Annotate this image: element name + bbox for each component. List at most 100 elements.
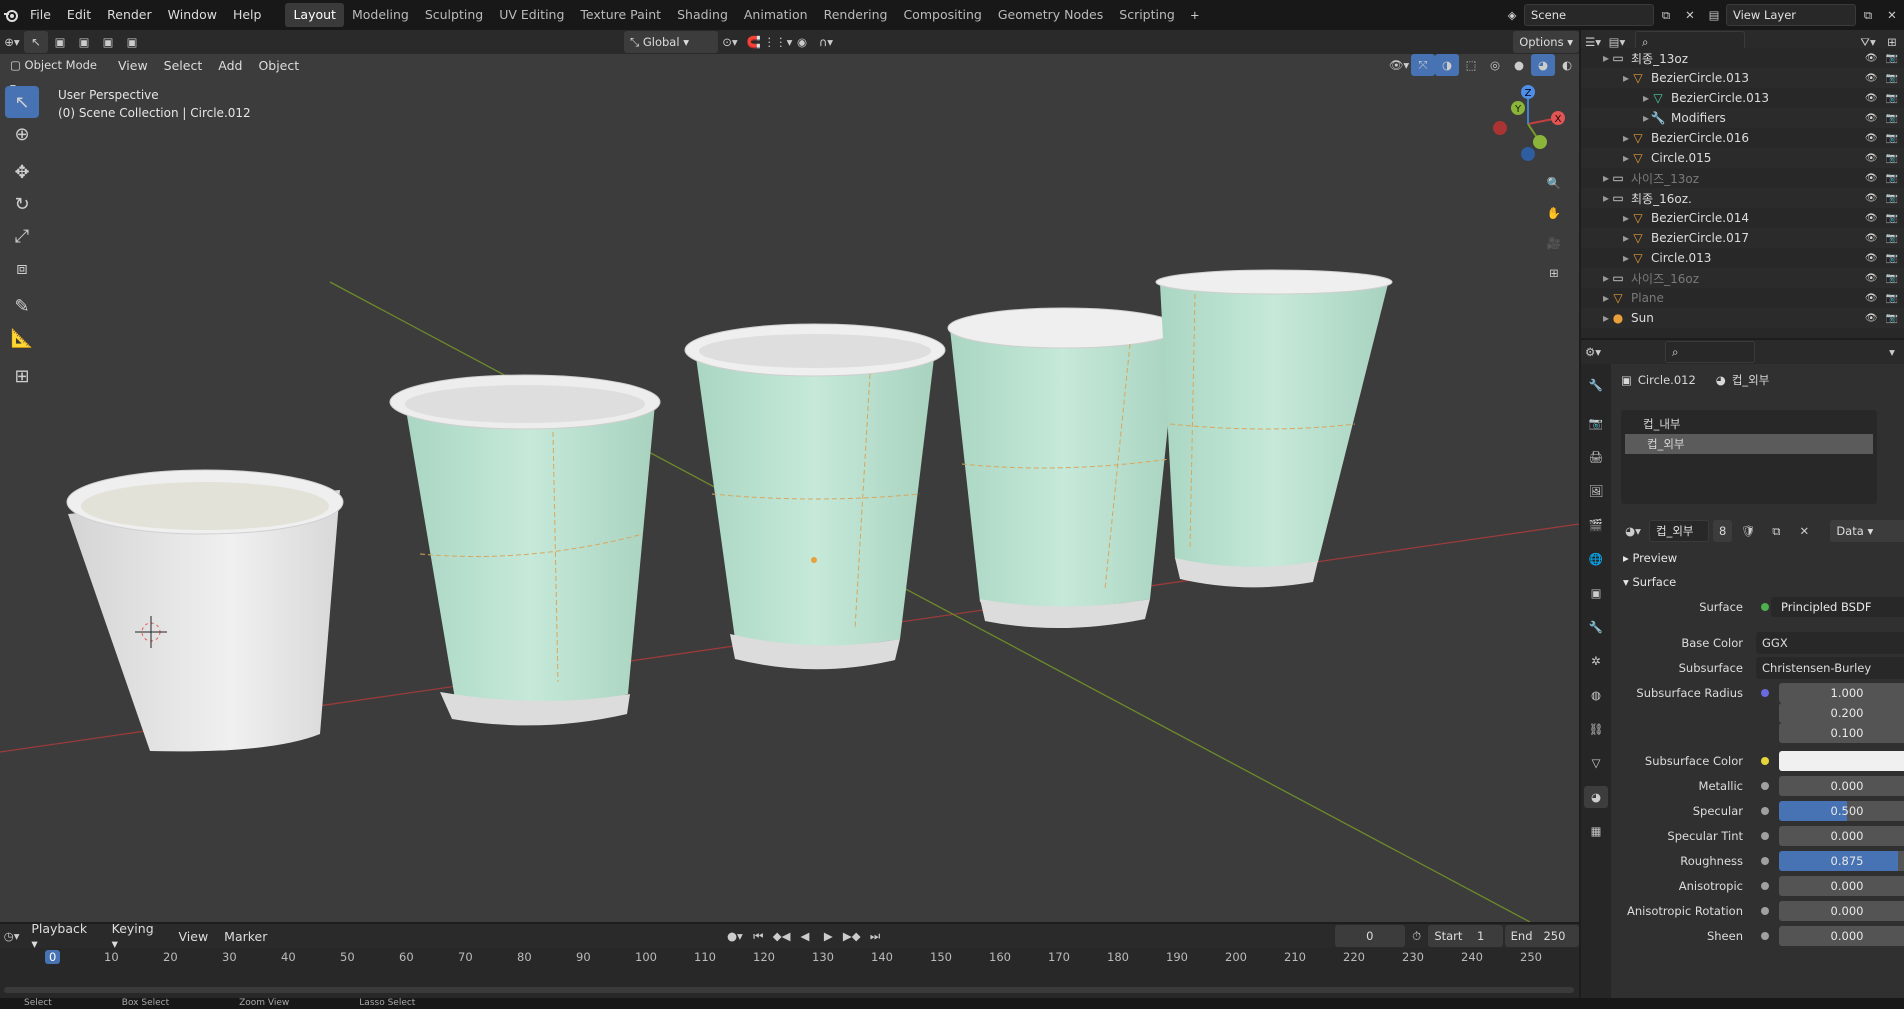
measure-tool-icon[interactable]: 📐 — [5, 322, 39, 354]
snap-target-icon[interactable]: ⋮⋮▾ — [764, 31, 793, 53]
surface-section[interactable]: ▾ Surface — [1623, 575, 1676, 589]
render-camera-icon[interactable]: 📷 — [1886, 173, 1898, 184]
visibility-eye-icon[interactable]: 👁 — [1865, 273, 1878, 284]
visibility-eye-icon[interactable]: 👁 — [1865, 153, 1878, 164]
menu-file[interactable]: File — [22, 3, 59, 27]
view-layer-field[interactable]: View Layer — [1726, 4, 1856, 26]
timeline-menu-view[interactable]: View — [171, 929, 217, 944]
render-camera-icon[interactable]: 📷 — [1886, 213, 1898, 224]
expand-arrow-icon[interactable]: ▸ — [1581, 171, 1609, 185]
3d-viewport[interactable]: X Z Y 🔍 ✋ 🎥 ⊞ — [0, 54, 1579, 922]
tool-tab-icon[interactable]: 🔧 — [1584, 374, 1608, 396]
expand-arrow-icon[interactable]: ▸ — [1581, 291, 1609, 305]
scene-tab-icon[interactable]: 🎬 — [1584, 514, 1608, 536]
unlink-material-icon[interactable]: ✕ — [1792, 520, 1816, 542]
select-mode-extend-icon[interactable]: ▣ — [72, 31, 96, 53]
param-value-field[interactable]: 0.000 — [1779, 776, 1904, 796]
constraints-tab-icon[interactable]: ⛓ — [1584, 718, 1608, 740]
visibility-eye-icon[interactable]: 👁 — [1865, 213, 1878, 224]
scene-field[interactable]: Scene — [1524, 4, 1654, 26]
modifier-tab-icon[interactable]: 🔧 — [1584, 616, 1608, 638]
falloff-icon[interactable]: ∩▾ — [814, 31, 838, 53]
select-mode-subtract-icon[interactable]: ▣ — [96, 31, 120, 53]
expand-arrow-icon[interactable]: ▸ — [1581, 91, 1649, 105]
render-camera-icon[interactable]: 📷 — [1886, 93, 1898, 104]
expand-arrow-icon[interactable]: ▸ — [1581, 211, 1629, 225]
zoom-icon[interactable]: 🔍 — [1542, 172, 1566, 194]
properties-options-icon[interactable]: ▾ — [1880, 341, 1904, 363]
outliner-row[interactable]: ▸ ▭ 최종_16oz. 👁 📷 — [1581, 188, 1904, 208]
menu-edit[interactable]: Edit — [59, 3, 99, 27]
perspective-grid-icon[interactable]: ⊞ — [1542, 262, 1566, 284]
visibility-eye-icon[interactable]: 👁 — [1865, 293, 1878, 304]
end-frame-field[interactable]: End 250 — [1504, 925, 1579, 947]
viewport-menu-view[interactable]: View — [110, 58, 156, 73]
output-tab-icon[interactable]: 🖨 — [1584, 446, 1608, 468]
tab-uv-editing[interactable]: UV Editing — [491, 3, 572, 27]
current-frame-field[interactable]: 0 — [1334, 925, 1405, 947]
render-tab-icon[interactable]: 📷 — [1584, 412, 1608, 434]
camera-icon[interactable]: 🎥 — [1542, 232, 1566, 254]
scale-tool-icon[interactable]: ⤢ — [5, 220, 39, 252]
visibility-eye-icon[interactable]: 👁 — [1865, 53, 1878, 64]
navigation-gizmo[interactable]: X Z Y — [1488, 82, 1568, 162]
solid-shading-icon[interactable]: ● — [1507, 54, 1531, 76]
select-box-tool-icon[interactable]: ↖ — [5, 86, 39, 118]
subsurface-method-dropdown[interactable]: Christensen-Burley — [1756, 657, 1904, 679]
socket-dot-icon[interactable] — [1761, 832, 1769, 840]
visibility-eye-icon[interactable]: 👁 — [1865, 93, 1878, 104]
param-value-field[interactable]: 0.500 — [1779, 801, 1904, 821]
outliner-row[interactable]: ▸ ▽ BezierCircle.014 👁 📷 — [1581, 208, 1904, 228]
tab-sculpting[interactable]: Sculpting — [417, 3, 491, 27]
jump-end-icon[interactable]: ⏭ — [863, 925, 886, 947]
gizmo-toggle-icon[interactable]: ⤧ — [1411, 54, 1435, 76]
tab-compositing[interactable]: Compositing — [895, 3, 989, 27]
render-camera-icon[interactable]: 📷 — [1886, 153, 1898, 164]
outliner-row[interactable]: ▸ ▭ 최종_13oz 👁 📷 — [1581, 48, 1904, 68]
param-value-field[interactable]: Principled BSDF — [1771, 597, 1904, 617]
tab-animation[interactable]: Animation — [736, 3, 816, 27]
add-cube-tool-icon[interactable]: ⊞ — [5, 360, 39, 392]
visibility-eye-icon[interactable]: 👁 — [1865, 313, 1878, 324]
cursor-tool-icon[interactable]: ⊕ — [5, 118, 39, 150]
start-frame-field[interactable]: Start 1 — [1428, 925, 1503, 947]
timeline-editor-icon[interactable]: ◷▾ — [0, 925, 23, 947]
viewport-menu-add[interactable]: Add — [210, 58, 250, 73]
object-tab-icon[interactable]: ▣ — [1584, 582, 1608, 604]
tab-layout[interactable]: Layout — [285, 3, 344, 27]
visibility-eye-icon[interactable]: 👁 — [1865, 193, 1878, 204]
material-shading-icon[interactable]: ◕ — [1531, 54, 1555, 76]
timeline-menu-keying[interactable]: Keying ▾ — [104, 921, 171, 951]
outliner-row[interactable]: ▸ ▭ 사이즈_16oz 👁 📷 — [1581, 268, 1904, 288]
expand-arrow-icon[interactable]: ▸ — [1581, 311, 1609, 325]
socket-dot-icon[interactable] — [1761, 782, 1769, 790]
outliner-row[interactable]: ▸ ▽ Circle.015 👁 📷 — [1581, 148, 1904, 168]
outliner-row[interactable]: ▸ 🔧 Modifiers 👁 📷 — [1581, 108, 1904, 128]
expand-arrow-icon[interactable]: ▸ — [1581, 251, 1629, 265]
users-count[interactable]: 8 — [1713, 520, 1733, 542]
visibility-eye-icon[interactable]: 👁 — [1865, 133, 1878, 144]
delete-view-layer-icon[interactable]: ✕ — [1880, 4, 1904, 26]
options-dropdown[interactable]: Options ▾ — [1513, 31, 1579, 53]
timeline-scrollbar[interactable] — [4, 987, 1574, 993]
outliner-row[interactable]: ▸ ▽ Plane 👁 📷 — [1581, 288, 1904, 308]
param-value-field[interactable]: 0.200 — [1779, 703, 1904, 723]
outliner-row[interactable]: ▸ ▽ BezierCircle.013 👁 📷 — [1581, 68, 1904, 88]
tab-geometry-nodes[interactable]: Geometry Nodes — [990, 3, 1111, 27]
material-name-field[interactable]: 컵_외부 — [1649, 520, 1709, 542]
proportional-edit-icon[interactable]: ◉ — [790, 31, 814, 53]
param-value-field[interactable]: 0.000 — [1779, 901, 1904, 921]
xray-icon[interactable]: ⬚ — [1459, 54, 1483, 76]
preview-section[interactable]: ▸ Preview — [1623, 551, 1677, 565]
add-workspace-icon[interactable]: + — [1183, 4, 1207, 26]
render-camera-icon[interactable]: 📷 — [1886, 233, 1898, 244]
param-value-field[interactable]: 0.100 — [1779, 723, 1904, 743]
pivot-icon[interactable]: ⊙▾ — [718, 31, 742, 53]
snap-toggle-icon[interactable]: 🧲 — [742, 31, 766, 53]
particles-tab-icon[interactable]: ✲ — [1584, 650, 1608, 672]
jump-start-icon[interactable]: ⏮ — [747, 925, 770, 947]
render-camera-icon[interactable]: 📷 — [1886, 53, 1898, 64]
expand-arrow-icon[interactable]: ▸ — [1581, 191, 1609, 205]
material-slot-item[interactable]: 컵_내부 — [1621, 414, 1877, 434]
timeline-ruler[interactable]: 0 10 20 30 40 50 60 70 80 90 100 110 120 130 140 150 160… — [0, 948, 1579, 968]
